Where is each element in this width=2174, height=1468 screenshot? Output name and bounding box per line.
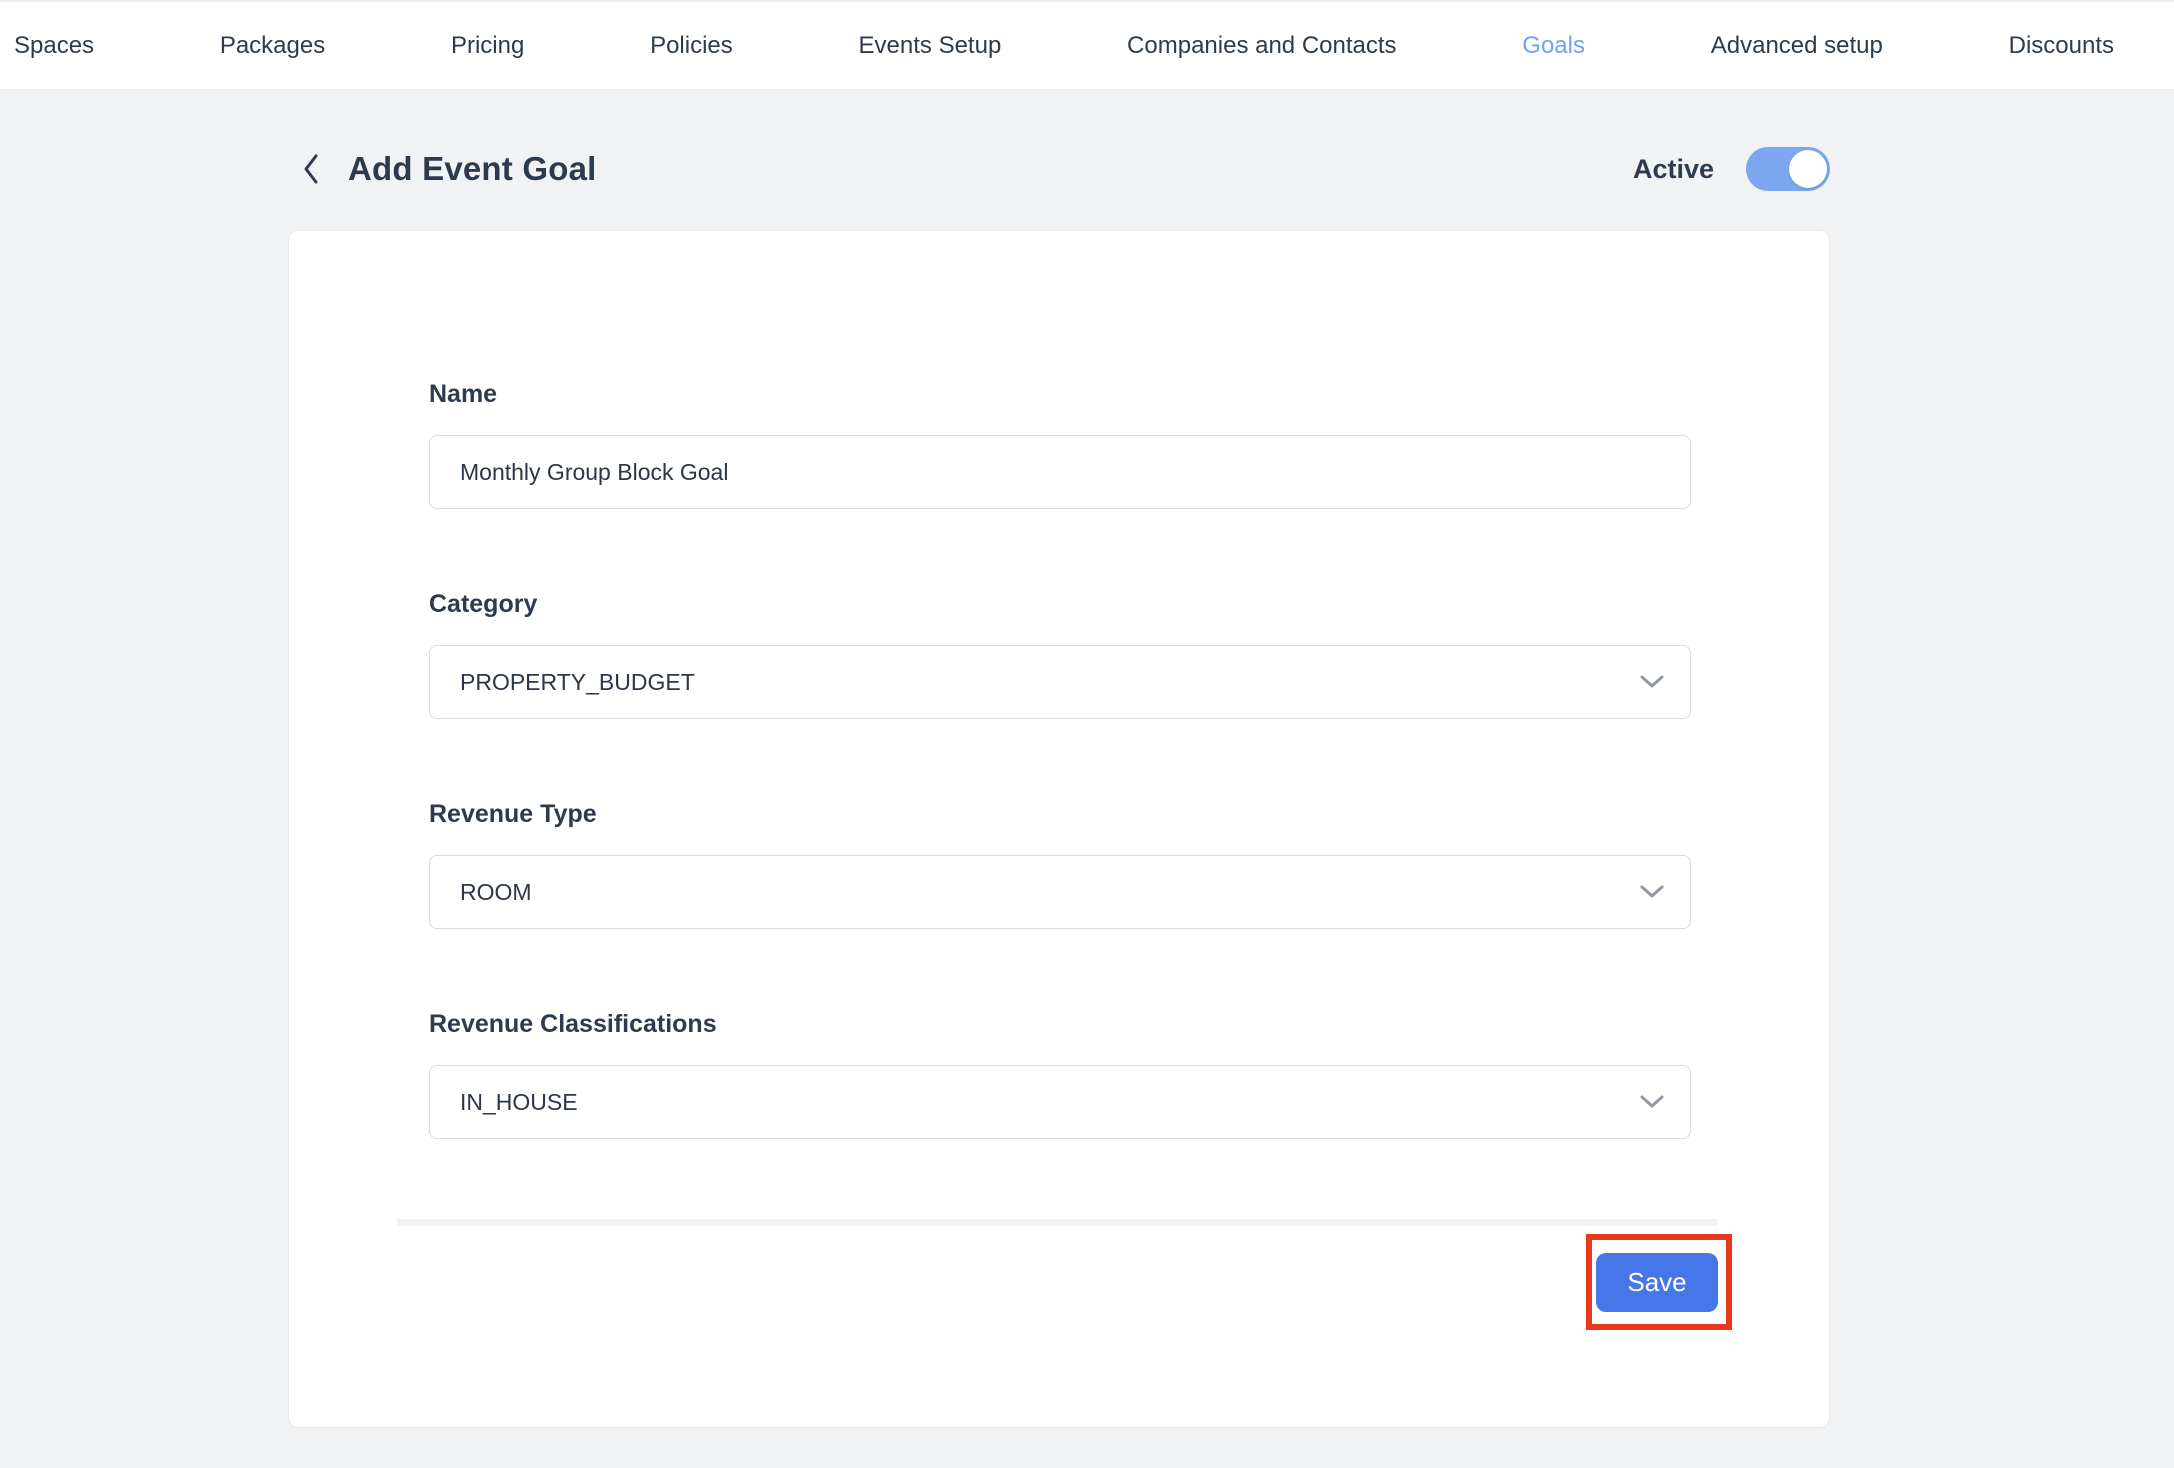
nav-item-packages[interactable]: Packages <box>220 32 325 60</box>
header-left: Add Event Goal <box>302 150 597 188</box>
revenue-type-field-group: Revenue Type ROOM <box>429 799 1691 929</box>
chevron-left-icon <box>302 153 320 185</box>
name-field-group: Name <box>429 379 1691 509</box>
nav-item-companies-and-contacts[interactable]: Companies and Contacts <box>1127 32 1396 60</box>
goal-form-card: Name Category PROPERTY_BUDGET Revenue Ty… <box>288 230 1830 1428</box>
header-right: Active <box>1633 147 1830 191</box>
category-label: Category <box>429 589 1691 619</box>
annotation-highlight-box: Save <box>1586 1234 1732 1330</box>
name-input[interactable] <box>429 435 1691 509</box>
revenue-type-label: Revenue Type <box>429 799 1691 829</box>
back-button[interactable] <box>302 153 320 185</box>
chevron-down-icon <box>1640 1095 1664 1109</box>
form-divider <box>397 1219 1717 1226</box>
active-toggle[interactable] <box>1746 147 1830 191</box>
nav-item-events-setup[interactable]: Events Setup <box>859 32 1002 60</box>
active-toggle-label: Active <box>1633 154 1714 185</box>
nav-item-spaces[interactable]: Spaces <box>14 32 94 60</box>
category-select-value: PROPERTY_BUDGET <box>460 669 695 696</box>
chevron-down-icon <box>1640 885 1664 899</box>
category-field-group: Category PROPERTY_BUDGET <box>429 589 1691 719</box>
nav-item-goals[interactable]: Goals <box>1522 32 1585 60</box>
revenue-type-select-value: ROOM <box>460 879 532 906</box>
save-button[interactable]: Save <box>1596 1253 1718 1312</box>
revenue-classifications-select-value: IN_HOUSE <box>460 1089 578 1116</box>
goals-page: Add Event Goal Active Name Category PROP… <box>288 140 1830 1428</box>
revenue-classifications-field-group: Revenue Classifications IN_HOUSE <box>429 1009 1691 1139</box>
page-title: Add Event Goal <box>348 150 597 188</box>
toggle-knob <box>1789 150 1827 188</box>
nav-item-advanced-setup[interactable]: Advanced setup <box>1711 32 1883 60</box>
revenue-classifications-label: Revenue Classifications <box>429 1009 1691 1039</box>
nav-item-pricing[interactable]: Pricing <box>451 32 524 60</box>
top-nav: Spaces Packages Pricing Policies Events … <box>0 0 2174 90</box>
revenue-type-select[interactable]: ROOM <box>429 855 1691 929</box>
nav-item-policies[interactable]: Policies <box>650 32 733 60</box>
page-header: Add Event Goal Active <box>288 140 1830 198</box>
category-select[interactable]: PROPERTY_BUDGET <box>429 645 1691 719</box>
revenue-classifications-select[interactable]: IN_HOUSE <box>429 1065 1691 1139</box>
chevron-down-icon <box>1640 675 1664 689</box>
name-label: Name <box>429 379 1691 409</box>
nav-item-discounts[interactable]: Discounts <box>2009 32 2114 60</box>
save-row: Save <box>429 1234 1732 1330</box>
